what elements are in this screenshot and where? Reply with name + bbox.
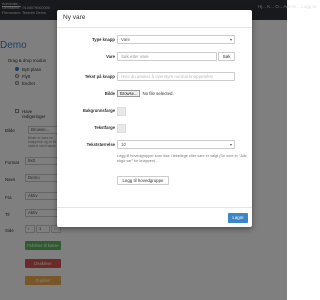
browse-button[interactable]: Browse...: [117, 90, 141, 97]
chevron-down-icon: ▾: [229, 142, 232, 147]
help-text: Legg til hovedgrupper som ikke i tekstle…: [117, 154, 247, 163]
modal-footer: Lagre: [57, 207, 252, 228]
text-color-label: Tekstfarge: [94, 125, 115, 130]
bg-color-picker[interactable]: [117, 107, 126, 116]
bg-color-label: Bakgrunnsfarge: [82, 108, 115, 113]
text-color-picker[interactable]: [117, 124, 126, 133]
vare-search-input[interactable]: Søk etter vare: [117, 52, 217, 61]
no-file-text: No file selected.: [142, 91, 174, 96]
text-label: Tekst på knapp: [84, 74, 115, 79]
font-size-label: Tekststørrelse: [86, 142, 115, 147]
add-main-group-button[interactable]: Legg til hovedgruppe: [117, 176, 169, 185]
type-value: Vare: [121, 37, 130, 42]
save-button[interactable]: Lagre: [228, 213, 248, 223]
vare-label: Vare: [106, 54, 115, 59]
chevron-down-icon: ▾: [229, 37, 232, 42]
type-select[interactable]: Vare ▾: [117, 35, 235, 44]
new-item-modal: Ny vare Type knapp Vare ▾ Vare Søk etter…: [57, 10, 252, 227]
type-label: Type knapp: [92, 37, 115, 42]
button-text-input[interactable]: Hvis du ønsker å overstyre normal knappe…: [117, 72, 235, 81]
modal-title: Ny vare: [63, 14, 86, 21]
search-button[interactable]: Søk: [218, 52, 235, 61]
modal-header: Ny vare: [57, 10, 252, 28]
font-size-value: 10: [121, 142, 126, 147]
image-label: Bilde: [104, 91, 115, 96]
font-size-select[interactable]: 10 ▾: [117, 140, 235, 149]
file-input[interactable]: Browse... No file selected.: [117, 90, 174, 97]
